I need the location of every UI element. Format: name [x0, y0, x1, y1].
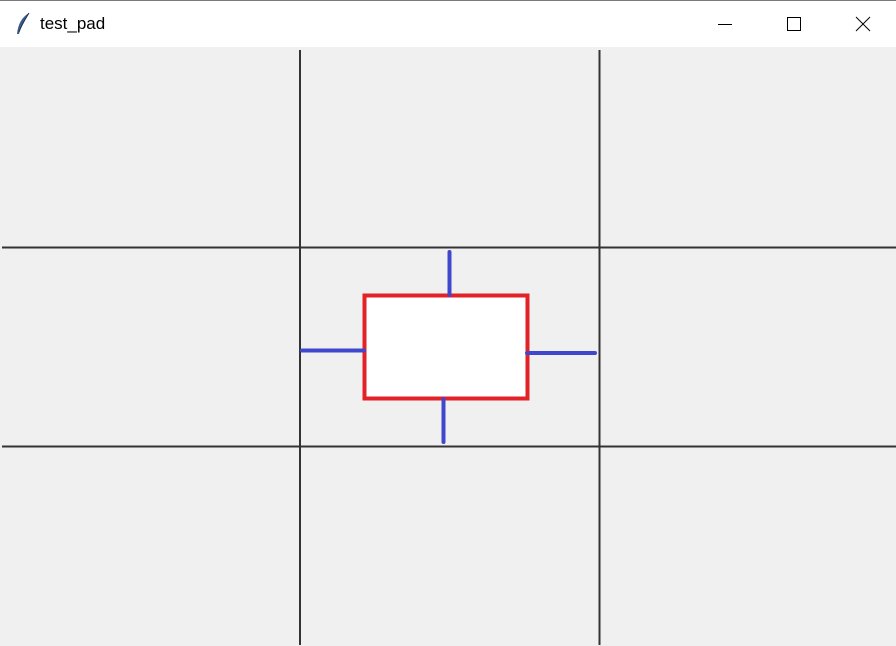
feather-icon	[17, 12, 30, 34]
app-window: test_pad	[0, 0, 896, 646]
maximize-icon	[787, 17, 801, 31]
window-title: test_pad	[40, 14, 106, 33]
minimize-button[interactable]	[690, 1, 760, 47]
minimize-icon	[718, 24, 732, 25]
maximize-button[interactable]	[759, 1, 829, 47]
title-bar[interactable]: test_pad	[0, 1, 896, 47]
center-box[interactable]	[362, 293, 530, 401]
close-icon	[855, 16, 871, 32]
drawing-canvas[interactable]	[0, 47, 896, 646]
close-button[interactable]	[828, 1, 896, 47]
